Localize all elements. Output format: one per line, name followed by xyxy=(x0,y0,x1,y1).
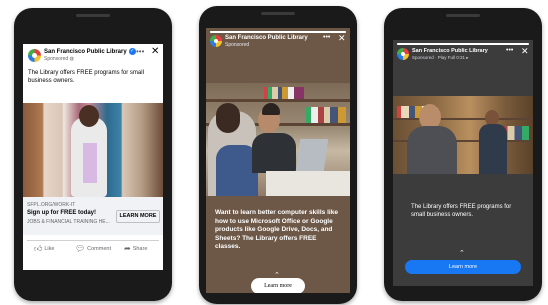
library-logo-avatar[interactable] xyxy=(397,48,409,60)
verified-badge-icon: ✓ xyxy=(128,48,136,55)
comment-icon: 💬︎ xyxy=(75,244,86,253)
more-options-icon[interactable]: ••• xyxy=(136,47,144,56)
sponsored-label: Sponsored xyxy=(225,42,250,48)
close-icon[interactable]: ✕ xyxy=(338,33,346,44)
globe-icon: ◍ xyxy=(69,56,74,62)
phone-video-story-ad: San Francisco Public Library Sponsored ·… xyxy=(384,8,542,301)
close-icon[interactable]: ✕ xyxy=(521,46,529,57)
divider xyxy=(27,240,159,241)
phone-feed-ad: San Francisco Public Library ✓ Sponsored … xyxy=(14,8,172,301)
page-name[interactable]: San Francisco Public Library xyxy=(412,48,488,54)
link-url: SFPL.ORG/WORK-IT xyxy=(27,202,76,208)
page-name[interactable]: San Francisco Public Library xyxy=(44,49,127,55)
story-body-text: Want to learn better computer skills lik… xyxy=(215,209,338,251)
close-icon[interactable]: ✕ xyxy=(151,46,159,57)
story-progress-bar xyxy=(210,31,346,33)
story-body-text: The Library offers FREE programs for sma… xyxy=(411,204,512,218)
story-ad-screen: San Francisco Public Library Sponsored •… xyxy=(206,28,350,293)
learn-more-button[interactable]: LEARN MORE xyxy=(116,210,160,223)
ad-image-boutique-owner[interactable] xyxy=(23,103,163,197)
ad-caption: The Library offers FREE programs for sma… xyxy=(28,70,144,84)
ad-headline[interactable]: Sign up for FREE today! xyxy=(27,210,96,216)
story-progress-bar xyxy=(397,43,529,45)
like-button[interactable]: 👍︎ Like xyxy=(34,244,54,254)
page-name[interactable]: San Francisco Public Library xyxy=(225,35,308,41)
learn-more-button[interactable]: Learn more xyxy=(251,278,305,293)
sponsored-label: Sponsored · Play Full 0:31 ▸ xyxy=(412,55,469,60)
share-icon: ➦ xyxy=(124,244,131,253)
phone-story-ad: San Francisco Public Library Sponsored •… xyxy=(199,6,357,304)
ad-video-library-interview[interactable] xyxy=(393,96,533,174)
more-options-icon[interactable]: ••• xyxy=(323,34,330,41)
more-options-icon[interactable]: ••• xyxy=(506,47,513,54)
sponsored-label: Sponsored xyxy=(44,56,69,62)
thumbs-up-icon: 👍︎ xyxy=(34,244,43,253)
ad-description: JOBS & FINANCIAL TRAINING HE... xyxy=(27,219,110,225)
library-logo-avatar[interactable] xyxy=(28,49,41,62)
feed-ad-screen: San Francisco Public Library ✓ Sponsored … xyxy=(23,44,163,270)
ad-image-computer-class[interactable] xyxy=(206,83,350,196)
chevron-up-icon: ⌃ xyxy=(459,250,465,257)
learn-more-button[interactable]: Learn more xyxy=(405,260,521,274)
library-logo-avatar[interactable] xyxy=(210,35,222,47)
video-story-ad-screen: San Francisco Public Library Sponsored ·… xyxy=(393,40,533,286)
share-button[interactable]: ➦ Share xyxy=(124,244,147,253)
comment-button[interactable]: 💬︎ Comment xyxy=(75,244,111,253)
